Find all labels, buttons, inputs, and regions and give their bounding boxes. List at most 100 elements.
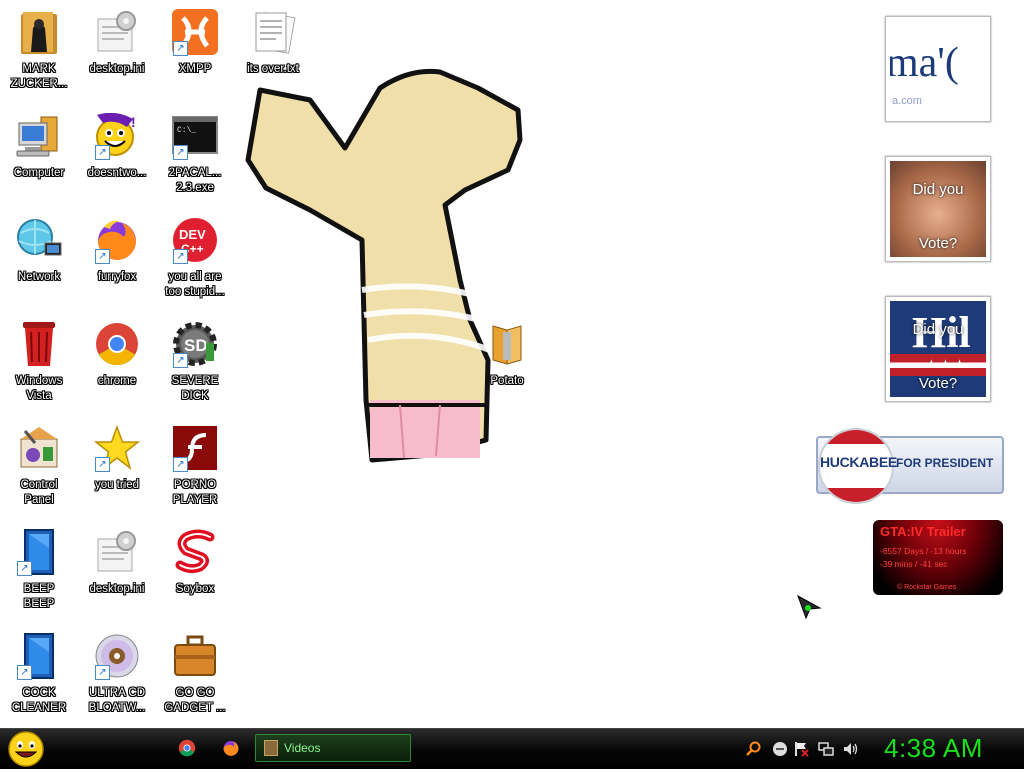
- desktop-icon-you-tried[interactable]: ↗ you tried: [78, 424, 156, 524]
- gadget-hillary-caption-2: Vote?: [918, 375, 958, 392]
- desktop-icon-you-all-are-too-stupid[interactable]: DEV C++ ↗ you all are too stupid...: [156, 216, 234, 316]
- shortcut-arrow-icon: ↗: [95, 249, 110, 264]
- icon-label: 2PACAL... 2.3.exe: [168, 167, 222, 194]
- settings-file-icon: [93, 528, 141, 576]
- icon-label: doesntwo...: [87, 167, 147, 179]
- start-button[interactable]: [6, 731, 46, 767]
- taskbar-button-videos[interactable]: Videos: [255, 734, 411, 762]
- icon-label: desktop.ini: [89, 63, 145, 75]
- chrome-icon: [178, 739, 196, 757]
- star-icon: ↗: [93, 424, 141, 472]
- shortcut-arrow-icon: ↗: [173, 353, 188, 368]
- desktop-icon-furryfox[interactable]: ↗ furryfox: [78, 216, 156, 316]
- desktop-icon-porno-player[interactable]: ↗ PORNO PLAYER: [156, 424, 234, 524]
- text-document-icon: [249, 8, 297, 56]
- gadget-obama-slideshow[interactable]: ma'( a.com: [885, 16, 991, 122]
- icon-label: MARK ZUCKER...: [10, 63, 68, 90]
- desktop-icon-desktop-ini-2[interactable]: desktop.ini: [78, 528, 156, 628]
- shortcut-arrow-icon: ↗: [17, 561, 32, 576]
- desktop-icon-desktop-ini[interactable]: desktop.ini: [78, 8, 156, 108]
- gadget-hillary-caption-1: Did you: [912, 321, 964, 338]
- search-icon[interactable]: [746, 741, 762, 757]
- svg-text:!: !: [131, 114, 136, 130]
- yahoo-messenger-icon: ! ↗: [93, 112, 141, 160]
- desktop-icon-go-go-gadget[interactable]: GO GO GADGET ...: [156, 632, 234, 732]
- desktop-icon-severe-dick[interactable]: SD ↗ SEVERE DICK: [156, 320, 234, 420]
- shortcut-arrow-icon: ↗: [95, 457, 110, 472]
- icon-label: chrome: [97, 375, 137, 387]
- mouse-cursor-icon: [797, 594, 822, 620]
- icon-label: COCK CLEANER: [11, 687, 67, 714]
- wallpaper-doodle: [245, 68, 523, 463]
- soybox-icon: [171, 528, 219, 576]
- icon-label: furryfox: [97, 271, 137, 283]
- desktop-icon-network[interactable]: Network: [0, 216, 78, 316]
- console-icon: C:\_ ↗: [171, 112, 219, 160]
- icon-label: Windows Vista: [15, 375, 63, 402]
- taskbar-button-label: Videos: [284, 741, 321, 755]
- gadget-obama-big-text: ma'(: [890, 40, 959, 86]
- volume-icon[interactable]: [842, 741, 858, 757]
- gadget-mccain-slideshow[interactable]: Did you Vote?: [885, 156, 991, 262]
- gadget-huckabee-name: HUCKABEE: [820, 454, 897, 470]
- control-panel-icon: [15, 424, 63, 472]
- xampp-icon: ↗: [171, 8, 219, 56]
- action-center-flag-icon[interactable]: [794, 741, 810, 757]
- network-tray-icon[interactable]: [818, 741, 834, 757]
- icon-label: GO GO GADGET ...: [164, 687, 226, 714]
- settings-file-icon: [93, 8, 141, 56]
- icon-label: you tried: [94, 479, 140, 491]
- gadget-obama-small-text: a.com: [892, 95, 922, 107]
- cd-icon: ↗: [93, 632, 141, 680]
- gadget-huckabee-banner[interactable]: HUCKABEE FOR PRESIDENT: [816, 428, 1004, 504]
- shortcut-arrow-icon: ↗: [95, 145, 110, 160]
- folder-icon: [264, 740, 278, 756]
- shortcut-arrow-icon: ↗: [173, 249, 188, 264]
- desktop-icon-ultra-cd[interactable]: ↗ ULTRA CD BLOATW...: [78, 632, 156, 732]
- icon-label: XMPP: [178, 63, 212, 75]
- icon-label: you all are too stupid...: [165, 271, 225, 298]
- icon-label: Soybox: [175, 583, 215, 595]
- quicklaunch-chrome[interactable]: [178, 739, 198, 759]
- gadget-gta-line1: -6557 Days / -13 hours: [880, 546, 967, 556]
- gadget-gta-line2: -39 mins / -41 sec: [880, 559, 948, 569]
- taskbar-clock[interactable]: 4:38 AM: [884, 733, 983, 764]
- smiley-start-icon: [8, 731, 44, 767]
- taskbar: Videos 4:38 AM: [0, 728, 1024, 769]
- desktop-icon-cock-cleaner[interactable]: ↗ COCK CLEANER: [0, 632, 78, 732]
- gadget-hillary-slideshow[interactable]: Hil ★ ★ ★ Did you Vote?: [885, 296, 991, 402]
- icon-label: Computer: [13, 167, 65, 179]
- gadget-huckabee-suffix: FOR PRESIDENT: [896, 456, 994, 470]
- gadget-gta-countdown[interactable]: GTA:IV Trailer -6557 Days / -13 hours -3…: [873, 520, 1003, 595]
- icon-label: SEVERE DICK: [171, 375, 219, 402]
- sd-gear-icon: SD ↗: [171, 320, 219, 368]
- desktop-icon-mark-zucker[interactable]: MARK ZUCKER...: [0, 8, 78, 108]
- network-globe-icon: [15, 216, 63, 264]
- desktop-icon-windows-vista[interactable]: Windows Vista: [0, 320, 78, 420]
- desktop-icon-beep-beep[interactable]: ↗ BEEP BEEP: [0, 528, 78, 628]
- blue-panel-icon: ↗: [15, 632, 63, 680]
- messenger-tray-icon[interactable]: [772, 741, 788, 757]
- firefox-icon: [223, 740, 239, 756]
- shortcut-arrow-icon: ↗: [173, 41, 188, 56]
- desktop-icon-computer[interactable]: Computer: [0, 112, 78, 212]
- recycle-bin-icon: [15, 320, 63, 368]
- firefox-icon: ↗: [93, 216, 141, 264]
- desktop-icon-2pacal[interactable]: C:\_ ↗ 2PACAL... 2.3.exe: [156, 112, 234, 212]
- desktop-icon-chrome[interactable]: chrome: [78, 320, 156, 420]
- desktop-icon-xmpp[interactable]: ↗ XMPP: [156, 8, 234, 108]
- shortcut-arrow-icon: ↗: [173, 457, 188, 472]
- user-folder-icon: [15, 8, 63, 56]
- chrome-icon: [93, 320, 141, 368]
- dev-cpp-icon: DEV C++ ↗: [171, 216, 219, 264]
- desktop-icon-doesntwo[interactable]: ! ↗ doesntwo...: [78, 112, 156, 212]
- shortcut-arrow-icon: ↗: [95, 665, 110, 680]
- icon-label: BEEP BEEP: [23, 583, 55, 610]
- desktop-icon-soybox[interactable]: Soybox: [156, 528, 234, 628]
- briefcase-icon: [171, 632, 219, 680]
- gadget-gta-footer: © Rockstar Games: [897, 584, 957, 591]
- desktop-icon-control-panel[interactable]: Control Panel: [0, 424, 78, 524]
- quicklaunch-firefox[interactable]: [222, 739, 242, 759]
- gadget-hillary-stars: ★ ★ ★: [926, 357, 965, 371]
- icon-label: ULTRA CD BLOATW...: [88, 687, 146, 714]
